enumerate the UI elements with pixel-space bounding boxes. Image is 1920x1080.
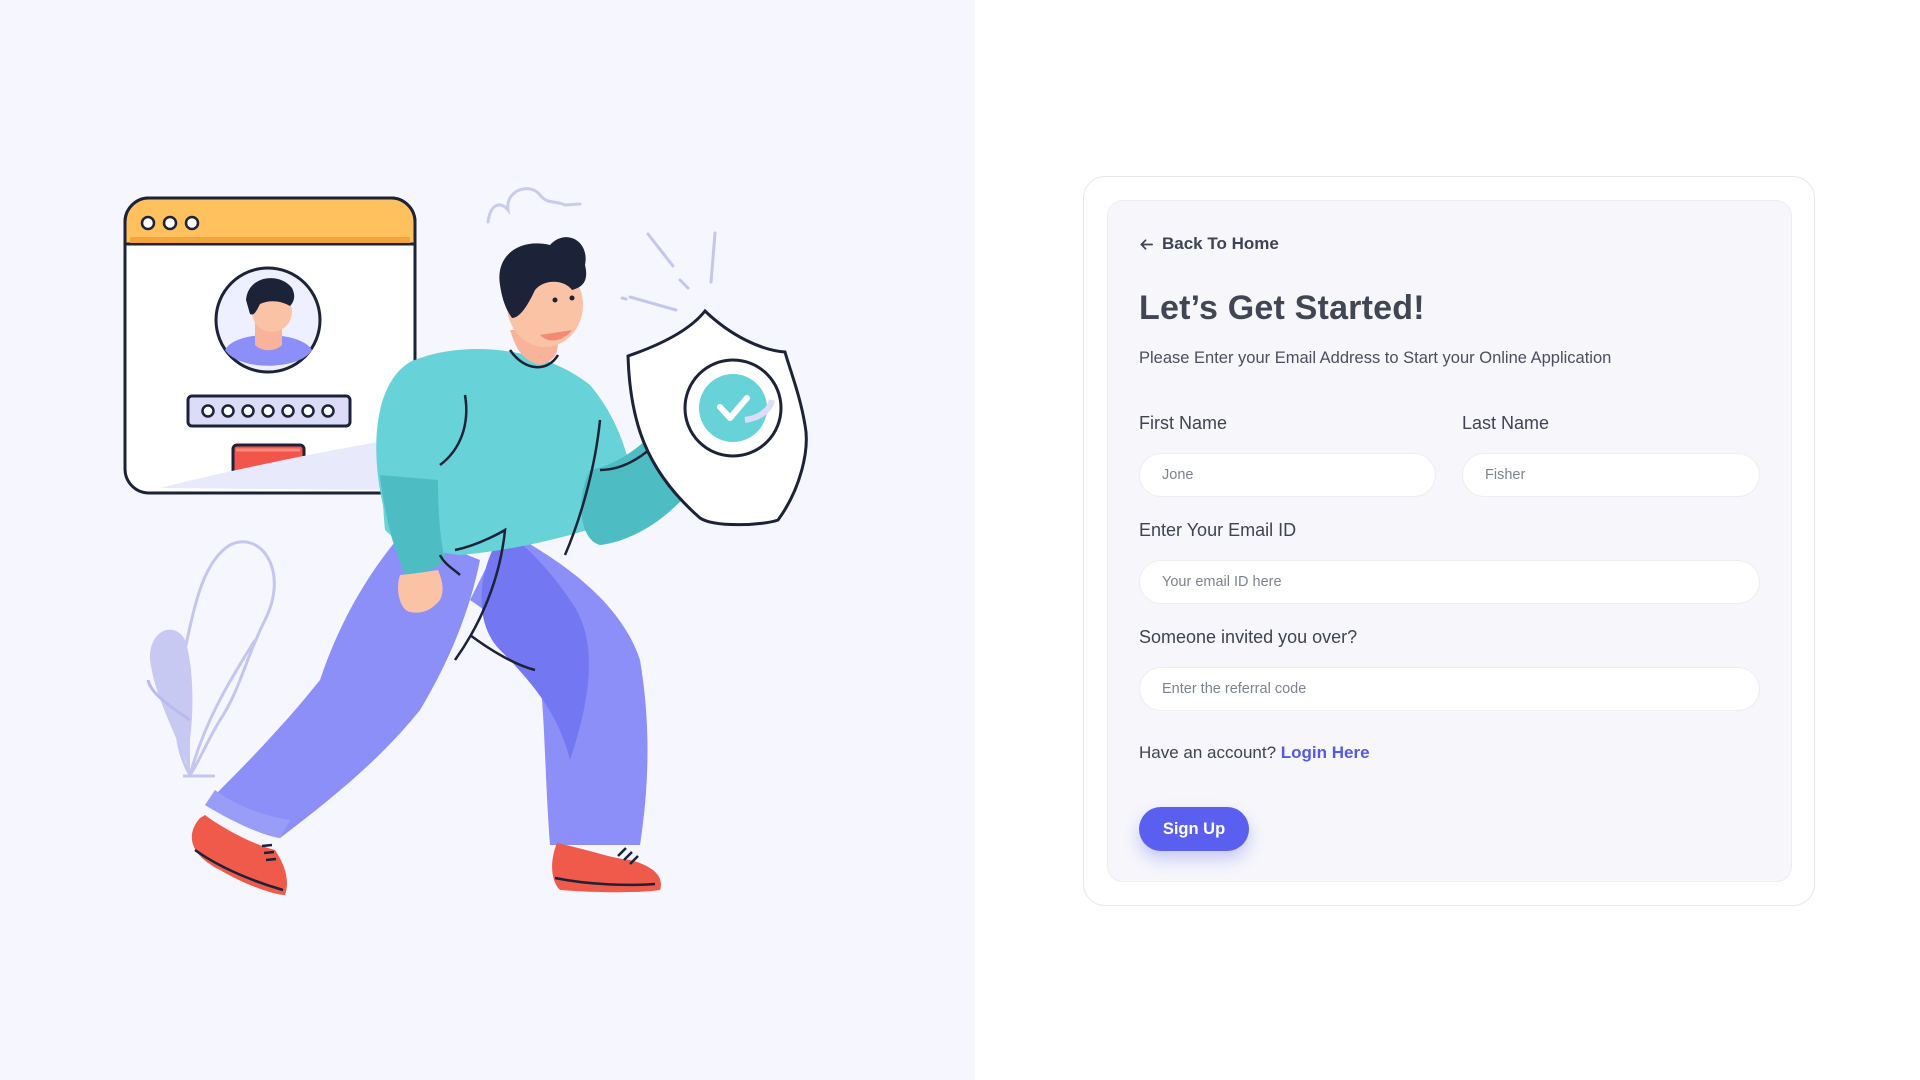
page-subtitle: Please Enter your Email Address to Start… — [1139, 349, 1612, 367]
email-label: Enter Your Email ID — [1139, 520, 1297, 540]
login-link[interactable]: Login Here — [1281, 743, 1370, 762]
email-input[interactable] — [1139, 560, 1760, 604]
back-to-home-link[interactable]: Back To Home — [1139, 234, 1279, 254]
page-title: Let’s Get Started! — [1139, 289, 1425, 327]
decor-scribble — [486, 187, 582, 224]
last-name-input[interactable] — [1462, 453, 1760, 497]
form-panel: Back To Home Let’s Get Started! Please E… — [975, 0, 1920, 1080]
arrow-left-icon — [1140, 238, 1153, 250]
signup-illustration — [123, 187, 808, 895]
have-account-text: Have an account? — [1139, 743, 1277, 762]
referral-code-input[interactable] — [1139, 667, 1760, 711]
have-account-row: Have an account? Login Here — [1139, 743, 1370, 763]
referral-label: Someone invited you over? — [1139, 627, 1358, 647]
back-to-home-label: Back To Home — [1162, 234, 1279, 253]
browser-window-illustration — [123, 196, 417, 495]
signup-card: Back To Home Let’s Get Started! Please E… — [1083, 176, 1815, 906]
last-name-label: Last Name — [1462, 413, 1550, 433]
signup-card-inner: Back To Home Let’s Get Started! Please E… — [1107, 200, 1792, 882]
first-name-label: First Name — [1139, 413, 1228, 433]
sign-up-button[interactable]: Sign Up — [1139, 807, 1249, 851]
illustration-panel — [0, 0, 975, 1080]
signup-page: Back To Home Let’s Get Started! Please E… — [0, 0, 1920, 1080]
first-name-input[interactable] — [1139, 453, 1436, 497]
decor-plant — [146, 540, 276, 778]
decor-sparkles — [620, 231, 717, 312]
